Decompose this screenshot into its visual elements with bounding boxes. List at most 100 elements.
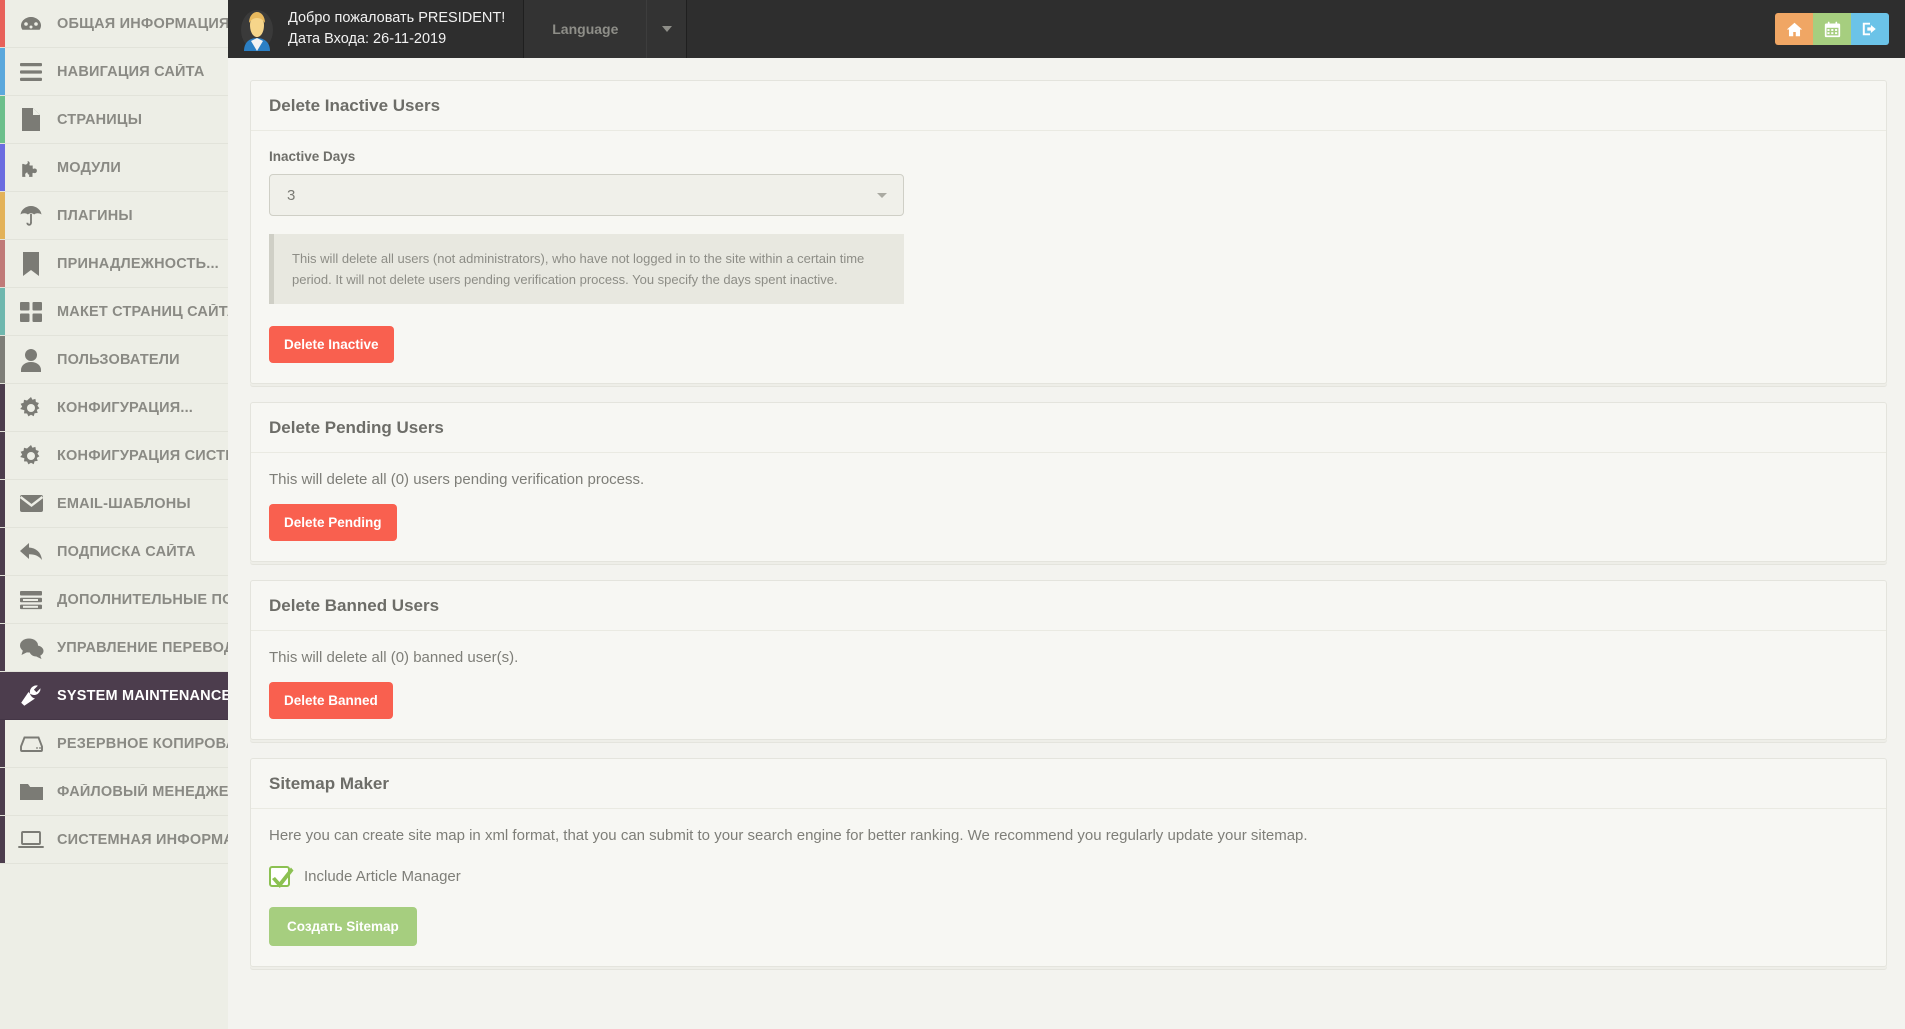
panel-header: Delete Inactive Users (251, 81, 1886, 131)
welcome-text: Добро пожаловать PRESIDENT! Дата Входа: … (288, 8, 505, 50)
reply-arrow-icon (5, 541, 57, 563)
sidebar-item-6[interactable]: МАКЕТ СТРАНИЦ САЙТА (0, 288, 228, 336)
sidebar-item-label: EMAIL-ШАБЛОНЫ (57, 495, 191, 512)
content-column: Добро пожаловать PRESIDENT! Дата Входа: … (228, 0, 1905, 1029)
sidebar-item-14[interactable]: SYSTEM MAINTENANCE (0, 672, 228, 720)
sidebar-item-11[interactable]: ПОДПИСКА САЙТА (0, 528, 228, 576)
welcome-box: Добро пожаловать PRESIDENT! Дата Входа: … (228, 0, 525, 58)
calendar-button[interactable] (1813, 13, 1851, 45)
language-label: Language (552, 21, 619, 37)
welcome-greeting: Добро пожаловать PRESIDENT! (288, 9, 506, 26)
grid-icon (5, 300, 57, 324)
sidebar-item-label: КОНФИГУРАЦИЯ... (57, 399, 194, 416)
home-icon (1786, 22, 1802, 36)
create-sitemap-button[interactable]: Создать Sitemap (269, 907, 417, 947)
sidebar-item-label: МАКЕТ СТРАНИЦ САЙТА (57, 303, 228, 320)
sidebar-item-label: НАВИГАЦИЯ САЙТА (57, 63, 205, 80)
panel-title: Delete Inactive Users (269, 96, 441, 115)
language-selector[interactable]: Language (524, 0, 688, 58)
panel-body: Here you can create site map in xml form… (251, 809, 1886, 966)
panel-title: Sitemap Maker (269, 774, 389, 794)
inactive-days-value: 3 (287, 186, 296, 204)
sidebar-item-15[interactable]: РЕЗЕРВНОЕ КОПИРОВАНИЕ (0, 720, 228, 768)
admin-panel-root: ОБЩАЯ ИНФОРМАЦИЯ НАВИГАЦИЯ САЙТА СТРАНИЦЫ М… (0, 0, 1905, 1029)
sidebar-item-label: РЕЗЕРВНОЕ КОПИРОВАНИЕ (57, 735, 228, 752)
sidebar-item-label: СИСТЕМНАЯ ИНФОРМАЦИЯ (57, 831, 228, 848)
puzzle-icon (5, 156, 57, 180)
page-icon (5, 107, 57, 132)
panel-delete-inactive-users: Delete Inactive Users Inactive Days 3 Th… (250, 80, 1887, 385)
panel-title: Delete Pending Users (269, 418, 444, 438)
umbrella-icon (5, 204, 57, 228)
panel-header: Sitemap Maker (251, 759, 1886, 810)
panel-delete-banned-users: Delete Banned Users This will delete all… (250, 580, 1887, 741)
panel-header: Delete Banned Users (251, 581, 1886, 632)
bookmark-icon (5, 251, 57, 277)
folder-icon (5, 782, 57, 802)
sidebar-item-16[interactable]: ФАЙЛОВЫЙ МЕНЕДЖЕР (0, 768, 228, 816)
inactive-days-select[interactable]: 3 (269, 174, 904, 216)
laptop-icon (5, 830, 57, 850)
sidebar-item-label: SYSTEM MAINTENANCE (57, 687, 228, 704)
sidebar-item-2[interactable]: СТРАНИЦЫ (0, 96, 228, 144)
sidebar-item-12[interactable]: ДОПОЛНИТЕЛЬНЫЕ ПОЛЯ (0, 576, 228, 624)
panel-title: Delete Banned Users (269, 596, 440, 616)
include-article-manager-label: Include Article Manager (304, 868, 461, 886)
banned-description: This will delete all (0) banned user(s). (269, 649, 519, 667)
delete-pending-button[interactable]: Delete Pending (269, 504, 397, 542)
include-article-manager-checkbox[interactable] (269, 866, 294, 889)
sidebar-nav: ОБЩАЯ ИНФОРМАЦИЯ НАВИГАЦИЯ САЙТА СТРАНИЦЫ М… (0, 0, 228, 1029)
dashboard-icon (5, 12, 57, 36)
sidebar-item-label: ДОПОЛНИТЕЛЬНЫЕ ПОЛЯ (57, 591, 228, 608)
delete-banned-button[interactable]: Delete Banned (269, 682, 393, 720)
sidebar-item-label: ОБЩАЯ ИНФОРМАЦИЯ (57, 15, 228, 32)
sidebar-item-9[interactable]: КОНФИГУРАЦИЯ СИСТЕМЫ (0, 432, 228, 480)
sidebar-item-8[interactable]: КОНФИГУРАЦИЯ... (0, 384, 228, 432)
envelope-icon (5, 494, 57, 513)
inactive-days-label: Inactive Days (269, 149, 356, 164)
menu-icon (5, 62, 57, 82)
gear-icon (5, 396, 57, 420)
sidebar-item-4[interactable]: ПЛАГИНЫ (0, 192, 228, 240)
login-date: Дата Входа: 26-11-2019 (288, 31, 447, 47)
calendar-icon (1824, 21, 1840, 37)
inactive-helper-text: This will delete all users (not administ… (269, 234, 904, 305)
user-icon (5, 348, 57, 372)
panel-body: This will delete all (0) banned user(s).… (251, 631, 1886, 739)
avatar (238, 9, 276, 51)
sidebar-item-label: ПОЛЬЗОВАТЕЛИ (57, 351, 180, 368)
panel-body: This will delete all (0) users pending v… (251, 453, 1886, 561)
panel-header: Delete Pending Users (251, 403, 1886, 454)
sidebar-item-label: МОДУЛИ (57, 159, 121, 176)
sidebar-item-0[interactable]: ОБЩАЯ ИНФОРМАЦИЯ (0, 0, 228, 48)
sidebar-item-7[interactable]: ПОЛЬЗОВАТЕЛИ (0, 336, 228, 384)
sidebar-item-10[interactable]: EMAIL-ШАБЛОНЫ (0, 480, 228, 528)
chevron-down-icon (877, 193, 887, 198)
include-article-manager-row[interactable]: Include Article Manager (269, 866, 1868, 889)
sidebar-item-label: ПРИНАДЛЕЖНОСТЬ... (57, 255, 219, 272)
logout-button[interactable] (1851, 13, 1889, 45)
sidebar-item-1[interactable]: НАВИГАЦИЯ САЙТА (0, 48, 228, 96)
panel-delete-pending-users: Delete Pending Users This will delete al… (250, 402, 1887, 563)
delete-inactive-button[interactable]: Delete Inactive (269, 326, 394, 364)
wrench-icon (5, 684, 57, 708)
sidebar-item-label: КОНФИГУРАЦИЯ СИСТЕМЫ (57, 447, 228, 464)
pending-description: This will delete all (0) users pending v… (269, 471, 645, 489)
gear-icon (5, 444, 57, 468)
topbar-actions (1775, 0, 1905, 58)
sidebar-item-label: ПЛАГИНЫ (57, 207, 133, 224)
comments-icon (5, 637, 57, 659)
main-content: Delete Inactive Users Inactive Days 3 Th… (228, 58, 1905, 1029)
sidebar-item-label: СТРАНИЦЫ (57, 111, 143, 128)
hdd-icon (5, 734, 57, 753)
home-button[interactable] (1775, 13, 1813, 45)
sitemap-description: Here you can create site map in xml form… (269, 827, 1308, 845)
sidebar-item-5[interactable]: ПРИНАДЛЕЖНОСТЬ... (0, 240, 228, 288)
sidebar-item-3[interactable]: МОДУЛИ (0, 144, 228, 192)
top-header-bar: Добро пожаловать PRESIDENT! Дата Входа: … (228, 0, 1905, 58)
sidebar-item-17[interactable]: СИСТЕМНАЯ ИНФОРМАЦИЯ (0, 816, 228, 864)
logout-icon (1862, 22, 1876, 36)
sidebar-item-13[interactable]: УПРАВЛЕНИЕ ПЕРЕВОДАМИ (0, 624, 228, 672)
chevron-down-icon[interactable] (646, 0, 686, 58)
